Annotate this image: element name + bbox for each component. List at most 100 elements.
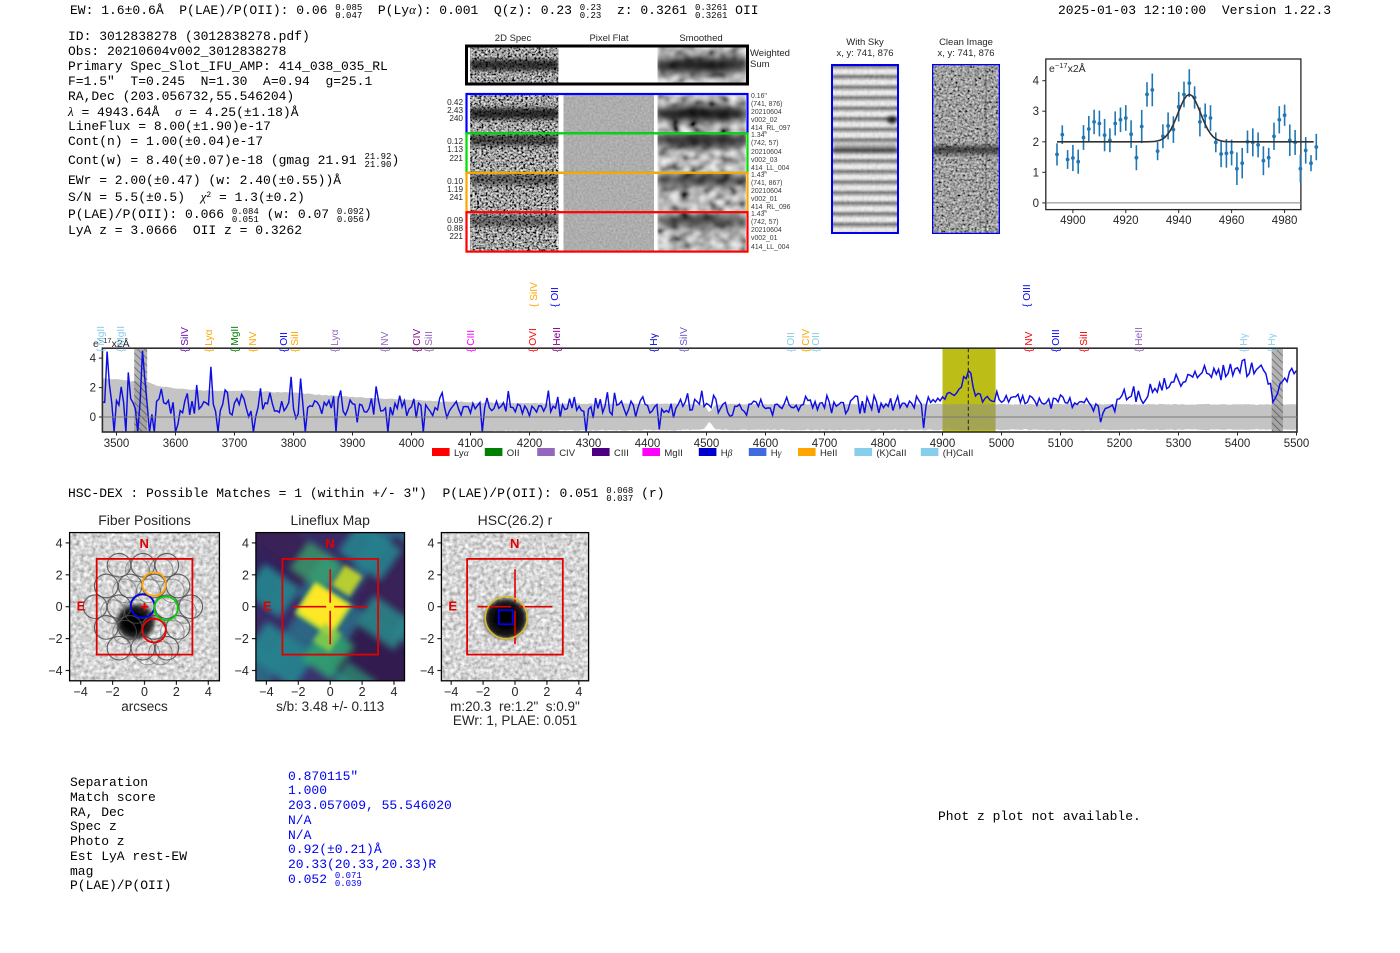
svg-text:{ OIII: { OIII: [1051, 329, 1062, 352]
svg-text:4: 4: [205, 685, 212, 699]
svg-text:0: 0: [1033, 198, 1039, 210]
svg-text:2: 2: [1033, 137, 1039, 149]
svg-text:E: E: [448, 599, 457, 614]
svg-text:−2: −2: [291, 685, 305, 699]
svg-text:4960: 4960: [1219, 215, 1245, 227]
svg-text:5400: 5400: [1225, 438, 1251, 450]
svg-text:{ CIV: { CIV: [412, 329, 423, 352]
svg-text:{ Lyα: { Lyα: [330, 329, 341, 352]
svg-text:E: E: [263, 599, 272, 614]
svg-text:4900: 4900: [1060, 215, 1086, 227]
svg-text:{ Lyα: { Lyα: [204, 329, 215, 352]
svg-text:s/b: 3.48 +/- 0.113: s/b: 3.48 +/- 0.113: [276, 699, 384, 714]
svg-text:0: 0: [242, 600, 249, 614]
svg-text:4920: 4920: [1113, 215, 1139, 227]
svg-text:{ OVI: { OVI: [528, 328, 539, 352]
svg-text:N: N: [510, 536, 519, 551]
svg-text:−4: −4: [48, 664, 62, 678]
svg-text:−2: −2: [48, 632, 62, 646]
svg-text:2: 2: [90, 383, 96, 395]
svg-text:3: 3: [1033, 106, 1039, 118]
svg-text:{ MgII: { MgII: [96, 326, 107, 352]
svg-text:−2: −2: [105, 685, 119, 699]
svg-text:4: 4: [427, 536, 434, 550]
svg-text:0: 0: [141, 685, 148, 699]
svg-text:{ OII: { OII: [811, 332, 822, 352]
svg-text:(K)CaII: (K)CaII: [876, 448, 906, 459]
svg-text:−2: −2: [420, 632, 434, 646]
svg-text:{ SiIV: { SiIV: [180, 327, 191, 352]
svg-text:{ HeII: { HeII: [552, 327, 563, 352]
svg-text:4940: 4940: [1166, 215, 1192, 227]
svg-text:4980: 4980: [1272, 215, 1298, 227]
svg-text:MgII: MgII: [664, 448, 682, 459]
svg-text:{ SiII: { SiII: [424, 331, 435, 352]
svg-text:4: 4: [391, 685, 398, 699]
svg-text:5500: 5500: [1284, 438, 1310, 450]
svg-text:{ OII: { OII: [786, 332, 797, 352]
svg-text:5000: 5000: [989, 438, 1015, 450]
svg-text:2: 2: [359, 685, 366, 699]
svg-text:{ Hγ: { Hγ: [649, 332, 660, 352]
svg-text:4000: 4000: [399, 438, 425, 450]
svg-text:E: E: [77, 599, 86, 614]
svg-text:−4: −4: [444, 685, 458, 699]
svg-text:Fiber Positions: Fiber Positions: [98, 512, 191, 528]
svg-text:−2: −2: [476, 685, 490, 699]
svg-text:5300: 5300: [1166, 438, 1192, 450]
svg-text:(H)CaII: (H)CaII: [943, 448, 974, 459]
svg-text:4: 4: [575, 685, 582, 699]
svg-text:0: 0: [90, 412, 96, 424]
svg-text:{ CIII: { CIII: [466, 330, 477, 352]
svg-text:Lineflux Map: Lineflux Map: [291, 512, 371, 528]
svg-text:−4: −4: [259, 685, 273, 699]
svg-text:{ NV: { NV: [1024, 331, 1035, 352]
svg-text:m:20.3 re:1.2" s:0.9": m:20.3 re:1.2" s:0.9": [450, 699, 580, 714]
svg-text:{ Hγ: { Hγ: [1267, 332, 1278, 352]
svg-text:e−17x2Å: e−17x2Å: [1049, 61, 1086, 76]
svg-text:Hβ: Hβ: [721, 448, 733, 459]
svg-text:OII: OII: [507, 448, 520, 459]
svg-text:{ MgII: { MgII: [116, 326, 127, 352]
svg-text:N: N: [140, 536, 149, 551]
svg-text:−4: −4: [235, 664, 249, 678]
svg-text:4: 4: [242, 536, 249, 550]
svg-text:2: 2: [242, 568, 249, 582]
svg-text:Lyα: Lyα: [454, 448, 470, 459]
svg-text:3900: 3900: [340, 438, 366, 450]
svg-text:0: 0: [56, 600, 63, 614]
svg-text:−4: −4: [74, 685, 88, 699]
svg-text:4: 4: [56, 536, 63, 550]
svg-text:EWr: 1, PLAE: 0.051: EWr: 1, PLAE: 0.051: [453, 713, 577, 728]
svg-text:0: 0: [512, 685, 519, 699]
svg-text:2: 2: [543, 685, 550, 699]
svg-text:5100: 5100: [1048, 438, 1074, 450]
svg-text:{ SiII: { SiII: [290, 331, 301, 352]
svg-text:CIII: CIII: [614, 448, 629, 459]
svg-text:5200: 5200: [1107, 438, 1133, 450]
svg-text:0: 0: [427, 600, 434, 614]
svg-text:{ HeII: { HeII: [1134, 327, 1145, 352]
svg-text:{ OIII: { OIII: [1022, 284, 1033, 307]
svg-text:2: 2: [427, 568, 434, 582]
svg-text:3700: 3700: [222, 438, 248, 450]
svg-text:0: 0: [327, 685, 334, 699]
svg-text:4: 4: [1033, 76, 1040, 88]
svg-text:3600: 3600: [163, 438, 189, 450]
svg-text:{ MgII: { MgII: [230, 326, 241, 352]
svg-text:{ SiII: { SiII: [1079, 331, 1090, 352]
svg-text:{ NV: { NV: [380, 331, 391, 352]
svg-text:HSC(26.2) r: HSC(26.2) r: [478, 512, 553, 528]
svg-text:HeII: HeII: [820, 448, 837, 459]
svg-text:2: 2: [56, 568, 63, 582]
svg-text:{ OII: { OII: [550, 287, 561, 307]
svg-text:N: N: [325, 536, 334, 551]
svg-text:3500: 3500: [104, 438, 130, 450]
svg-text:3800: 3800: [281, 438, 307, 450]
svg-text:CIV: CIV: [559, 448, 576, 459]
svg-text:{ SiIV: { SiIV: [679, 327, 690, 352]
svg-text:Hγ: Hγ: [771, 448, 782, 459]
svg-text:{ NV: { NV: [248, 331, 259, 352]
svg-text:arcsecs: arcsecs: [121, 699, 168, 714]
svg-text:1: 1: [1033, 167, 1039, 179]
